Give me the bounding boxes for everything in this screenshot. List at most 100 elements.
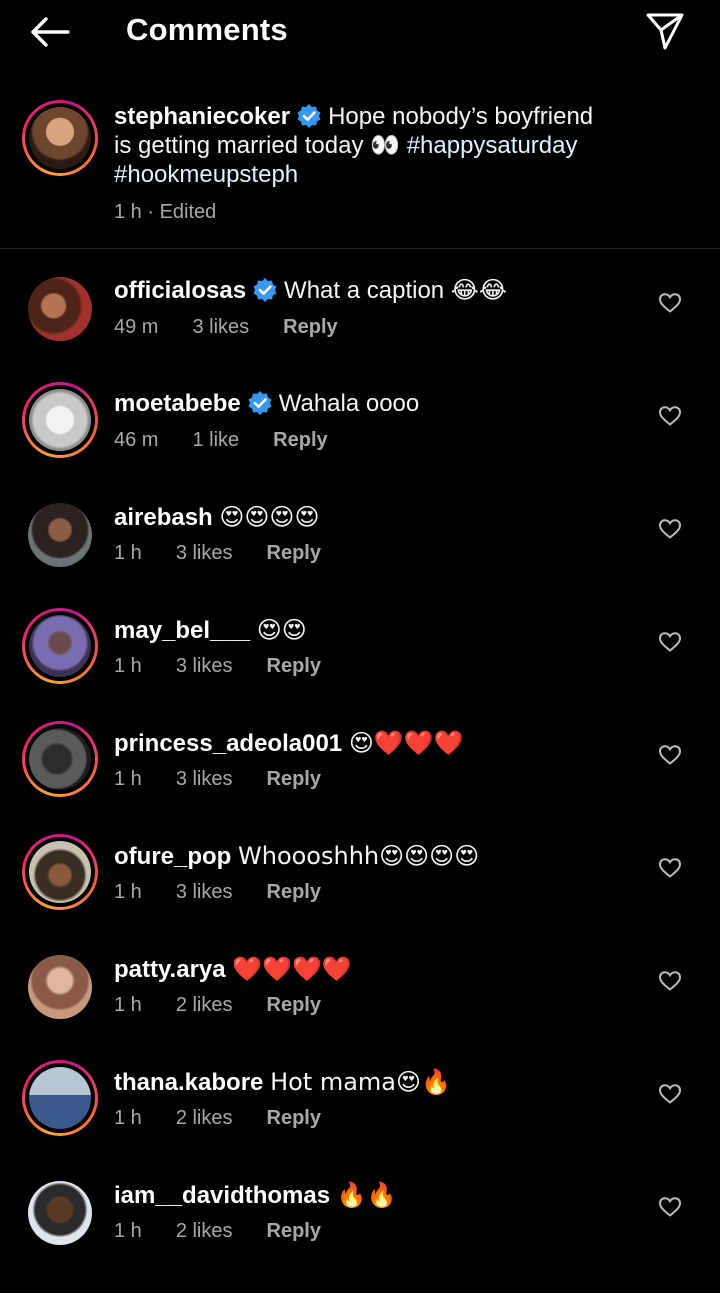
heart-icon[interactable] xyxy=(658,1195,682,1219)
heart-icon[interactable] xyxy=(658,856,682,880)
comment-likes[interactable]: 3 likes xyxy=(192,316,249,338)
comment-time: 1 h xyxy=(114,542,142,564)
heart-icon[interactable] xyxy=(658,517,682,541)
avatar[interactable] xyxy=(22,608,98,684)
comment-username[interactable]: airebash xyxy=(114,504,213,531)
comment-meta: 1 h 3 likes Reply xyxy=(114,879,321,905)
comment-row: may_bel___ 😍😍 1 h 3 likes Reply xyxy=(0,608,720,728)
comment-row: patty.arya ❤️❤️❤️❤️ 1 h 2 likes Reply xyxy=(0,954,720,1067)
comment-username[interactable]: moetabebe xyxy=(114,390,241,417)
reply-button[interactable]: Reply xyxy=(267,1220,321,1242)
comment-row: officialosas What a caption 😂😂 49 m 3 like… xyxy=(0,276,720,389)
comment-meta: 1 h 3 likes Reply xyxy=(114,766,321,792)
comment-meta: 1 h 2 likes Reply xyxy=(114,992,321,1018)
comment-likes[interactable]: 3 likes xyxy=(176,542,233,564)
top-bar: Comments xyxy=(0,0,720,62)
heart-icon[interactable] xyxy=(658,969,682,993)
comment-text: officialosas What a caption 😂😂 xyxy=(114,276,507,306)
avatar[interactable] xyxy=(28,955,92,1019)
comment-row: ofure_pop Whoooshhh😍😍😍😍 1 h 3 likes Reply xyxy=(0,834,720,954)
arrow-left-icon[interactable] xyxy=(26,10,74,54)
comment-time: 46 m xyxy=(114,429,159,451)
caption-meta: 1 h · Edited xyxy=(114,201,217,223)
comment-likes[interactable]: 2 likes xyxy=(176,1107,233,1129)
reply-button[interactable]: Reply xyxy=(273,429,327,451)
comment-likes[interactable]: 2 likes xyxy=(176,1220,233,1242)
comment-body: 😍😍😍😍 xyxy=(219,503,320,531)
avatar[interactable] xyxy=(22,721,98,797)
reply-button[interactable]: Reply xyxy=(267,994,321,1016)
comment-body: ❤️❤️❤️❤️ xyxy=(232,955,352,983)
comment-meta: 1 h 3 likes Reply xyxy=(114,653,321,679)
caption-text: stephaniecoker Hope nobody’s boyfriend is… xyxy=(114,102,614,189)
comment-username[interactable]: thana.kabore xyxy=(114,1069,263,1096)
comment-body: Hot mama😍🔥 xyxy=(270,1068,451,1096)
comment-likes[interactable]: 3 likes xyxy=(176,768,233,790)
heart-icon[interactable] xyxy=(658,743,682,767)
avatar[interactable] xyxy=(22,834,98,910)
reply-button[interactable]: Reply xyxy=(267,655,321,677)
comment-username[interactable]: officialosas xyxy=(114,277,246,304)
heart-icon[interactable] xyxy=(658,404,682,428)
comment-likes[interactable]: 3 likes xyxy=(176,881,233,903)
avatar[interactable] xyxy=(22,382,98,458)
comment-time: 49 m xyxy=(114,316,159,338)
reply-button[interactable]: Reply xyxy=(267,881,321,903)
heart-icon[interactable] xyxy=(658,291,682,315)
reply-button[interactable]: Reply xyxy=(283,316,337,338)
reply-button[interactable]: Reply xyxy=(267,768,321,790)
avatar[interactable] xyxy=(22,100,98,176)
avatar[interactable] xyxy=(22,1060,98,1136)
comment-username[interactable]: may_bel___ xyxy=(114,617,250,644)
caption-username[interactable]: stephaniecoker xyxy=(114,103,290,130)
comment-text: patty.arya ❤️❤️❤️❤️ xyxy=(114,954,352,985)
comment-row: airebash 😍😍😍😍 1 h 3 likes Reply xyxy=(0,502,720,615)
avatar[interactable] xyxy=(28,1181,92,1245)
comment-row: moetabebe Wahala oooo 46 m 1 like Reply xyxy=(0,382,720,502)
comment-time: 1 h xyxy=(114,1220,142,1242)
comment-body: 😍😍 xyxy=(256,616,307,644)
hashtag-link[interactable]: #happysaturday xyxy=(407,132,578,159)
reply-button[interactable]: Reply xyxy=(267,1107,321,1129)
comment-likes[interactable]: 2 likes xyxy=(176,994,233,1016)
avatar[interactable] xyxy=(28,277,92,341)
comment-body: Whoooshhh😍😍😍😍 xyxy=(238,842,480,870)
comment-meta: 1 h 2 likes Reply xyxy=(114,1105,321,1131)
comment-body: 🔥🔥 xyxy=(336,1181,397,1209)
comment-username[interactable]: patty.arya xyxy=(114,956,226,983)
comment-username[interactable]: ofure_pop xyxy=(114,843,231,870)
comment-row: thana.kabore Hot mama😍🔥 1 h 2 likes Reply xyxy=(0,1060,720,1180)
paper-plane-icon[interactable] xyxy=(642,8,688,54)
comment-time: 1 h xyxy=(114,881,142,903)
comment-time: 1 h xyxy=(114,994,142,1016)
comment-text: airebash 😍😍😍😍 xyxy=(114,502,319,533)
comment-text: moetabebe Wahala oooo xyxy=(114,389,419,419)
comment-body: Wahala oooo xyxy=(278,390,420,417)
comment-text: iam__davidthomas 🔥🔥 xyxy=(114,1180,397,1211)
comment-time: 1 h xyxy=(114,1107,142,1129)
comment-text: may_bel___ 😍😍 xyxy=(114,615,307,646)
comment-likes[interactable]: 3 likes xyxy=(176,655,233,677)
comment-time: 1 h xyxy=(114,655,142,677)
comment-body: 😍❤️❤️❤️ xyxy=(348,729,464,757)
comment-meta: 49 m 3 likes Reply xyxy=(114,314,338,340)
page-title: Comments xyxy=(126,12,288,47)
hashtag-link[interactable]: #hookmeupsteph xyxy=(114,161,298,188)
comment-row: iam__davidthomas 🔥🔥 1 h 2 likes Reply xyxy=(0,1180,720,1293)
comment-username[interactable]: iam__davidthomas xyxy=(114,1182,330,1209)
verified-badge-icon xyxy=(253,278,277,302)
comment-row: princess_adeola001 😍❤️❤️❤️ 1 h 3 likes Rep… xyxy=(0,721,720,841)
comment-text: thana.kabore Hot mama😍🔥 xyxy=(114,1067,451,1098)
reply-button[interactable]: Reply xyxy=(267,542,321,564)
comment-meta: 1 h 3 likes Reply xyxy=(114,540,321,566)
comment-likes[interactable]: 1 like xyxy=(192,429,239,451)
heart-icon[interactable] xyxy=(658,1082,682,1106)
avatar[interactable] xyxy=(28,503,92,567)
comment-username[interactable]: princess_adeola001 xyxy=(114,730,342,757)
heart-icon[interactable] xyxy=(658,630,682,654)
comment-time: 1 h xyxy=(114,768,142,790)
comment-body: What a caption 😂😂 xyxy=(284,277,507,304)
comment-text: ofure_pop Whoooshhh😍😍😍😍 xyxy=(114,841,479,872)
comment-text: princess_adeola001 😍❤️❤️❤️ xyxy=(114,728,463,759)
comment-meta: 1 h 2 likes Reply xyxy=(114,1218,321,1244)
